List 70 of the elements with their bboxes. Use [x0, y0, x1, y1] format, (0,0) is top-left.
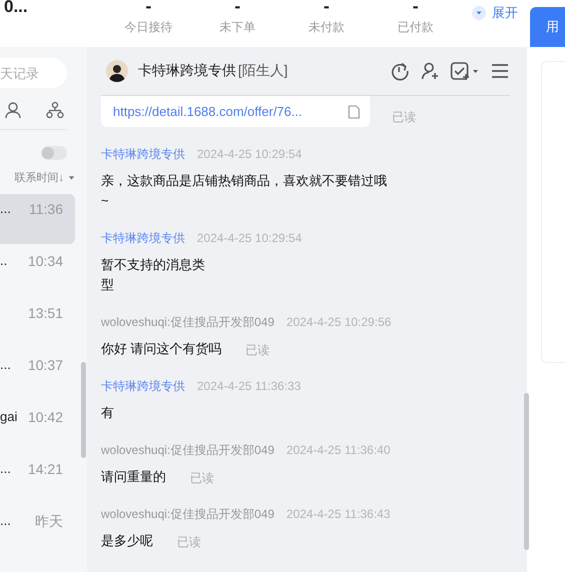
message-text: 暂不支持的消息类型 [101, 256, 206, 294]
stat-label: 已付款 [398, 19, 434, 36]
sender-name: woloveshuqi:促佳搜品开发部049 [101, 443, 274, 457]
contact-name: ... [0, 461, 11, 476]
link-url[interactable]: https://detail.1688.com/offer/76... [113, 104, 302, 119]
sender-name: woloveshuqi:促佳搜品开发部049 [101, 315, 274, 329]
stat-value: - [324, 0, 330, 13]
contact-item[interactable]: ... 昨天 [0, 506, 75, 558]
caret-icon [68, 175, 75, 182]
contact-item[interactable]: .. 10:34 [0, 246, 75, 298]
expand-button[interactable]: 展开 [472, 4, 518, 22]
toggle-switch[interactable] [41, 146, 67, 160]
read-status: 已读 [177, 534, 201, 551]
message-time: 2024-4-25 10:29:56 [286, 315, 392, 329]
contact-name: ... [0, 201, 11, 216]
contact-name: ... [0, 513, 11, 528]
message-text: 有 [101, 404, 114, 422]
contact-time: 10:37 [28, 357, 63, 373]
contact-time: 昨天 [35, 513, 63, 531]
contact-time: 14:21 [28, 461, 63, 477]
refresh-icon[interactable] [390, 61, 410, 81]
contact-name: .. [0, 253, 8, 268]
scrollbar[interactable] [524, 393, 529, 550]
contact-time: 10:34 [28, 253, 63, 269]
stranger-tag: [陌生人] [238, 62, 288, 80]
document-icon [348, 104, 360, 118]
message-text: 亲，这款商品是店铺热销商品，喜欢就不要错过哦~ [101, 172, 388, 210]
sender-name: 卡特琳跨境专供 [101, 231, 185, 245]
contact-time: 10:42 [28, 409, 63, 425]
org-chart-icon[interactable] [46, 101, 64, 119]
contact-name: gai [0, 409, 18, 424]
scrollbar[interactable] [81, 362, 86, 458]
message-time: 2024-4-25 10:29:54 [197, 147, 302, 161]
add-person-icon[interactable] [420, 61, 440, 81]
sender-name: woloveshuqi:促佳搜品开发部049 [101, 507, 274, 521]
contact-name: ... [0, 357, 11, 372]
sender-name: 卡特琳跨境专供 [101, 147, 185, 161]
add-task-icon[interactable] [450, 61, 480, 81]
shop-title: 0... [4, 0, 29, 17]
contact-item[interactable]: ... 10:37 [0, 350, 75, 402]
contact-item[interactable]: ... 14:21 [0, 454, 75, 506]
search-field[interactable]: 天记录 [0, 58, 67, 88]
message-time: 2024-4-25 11:36:40 [286, 443, 390, 457]
contact-title: 卡特琳跨境专供 [138, 62, 236, 80]
stat-value: - [146, 0, 152, 13]
stat-value: - [234, 0, 240, 13]
read-status: 已读 [246, 342, 270, 359]
read-status: 已读 [190, 470, 214, 487]
avatar-icon [106, 60, 128, 82]
side-button[interactable]: 用 [530, 7, 565, 47]
contact-item[interactable]: gai 10:42 [0, 402, 75, 454]
read-status: 已读 [392, 109, 416, 126]
person-icon[interactable] [4, 101, 22, 119]
stat-value: - [412, 0, 418, 13]
message-time: 2024-4-25 11:36:43 [286, 507, 390, 521]
contact-item[interactable]: ... 11:36 [0, 194, 75, 244]
contact-time: 11:36 [29, 201, 63, 217]
message-text: 是多少呢 [101, 532, 153, 550]
caret-icon [472, 6, 486, 20]
message-time: 2024-4-25 11:36:33 [197, 379, 301, 393]
contact-time: 13:51 [28, 305, 63, 321]
stat-label: 未付款 [308, 19, 344, 36]
message-time: 2024-4-25 10:29:54 [197, 231, 302, 245]
menu-icon[interactable] [490, 61, 510, 81]
stat-label: 今日接待 [124, 19, 172, 36]
sender-name: 卡特琳跨境专供 [101, 379, 185, 393]
message-text: 请问重量的 [101, 468, 166, 486]
link-card[interactable]: https://detail.1688.com/offer/76... [101, 96, 370, 127]
message-text: 你好 请问这个有货吗 [101, 340, 222, 358]
stat-label: 未下单 [220, 19, 256, 36]
